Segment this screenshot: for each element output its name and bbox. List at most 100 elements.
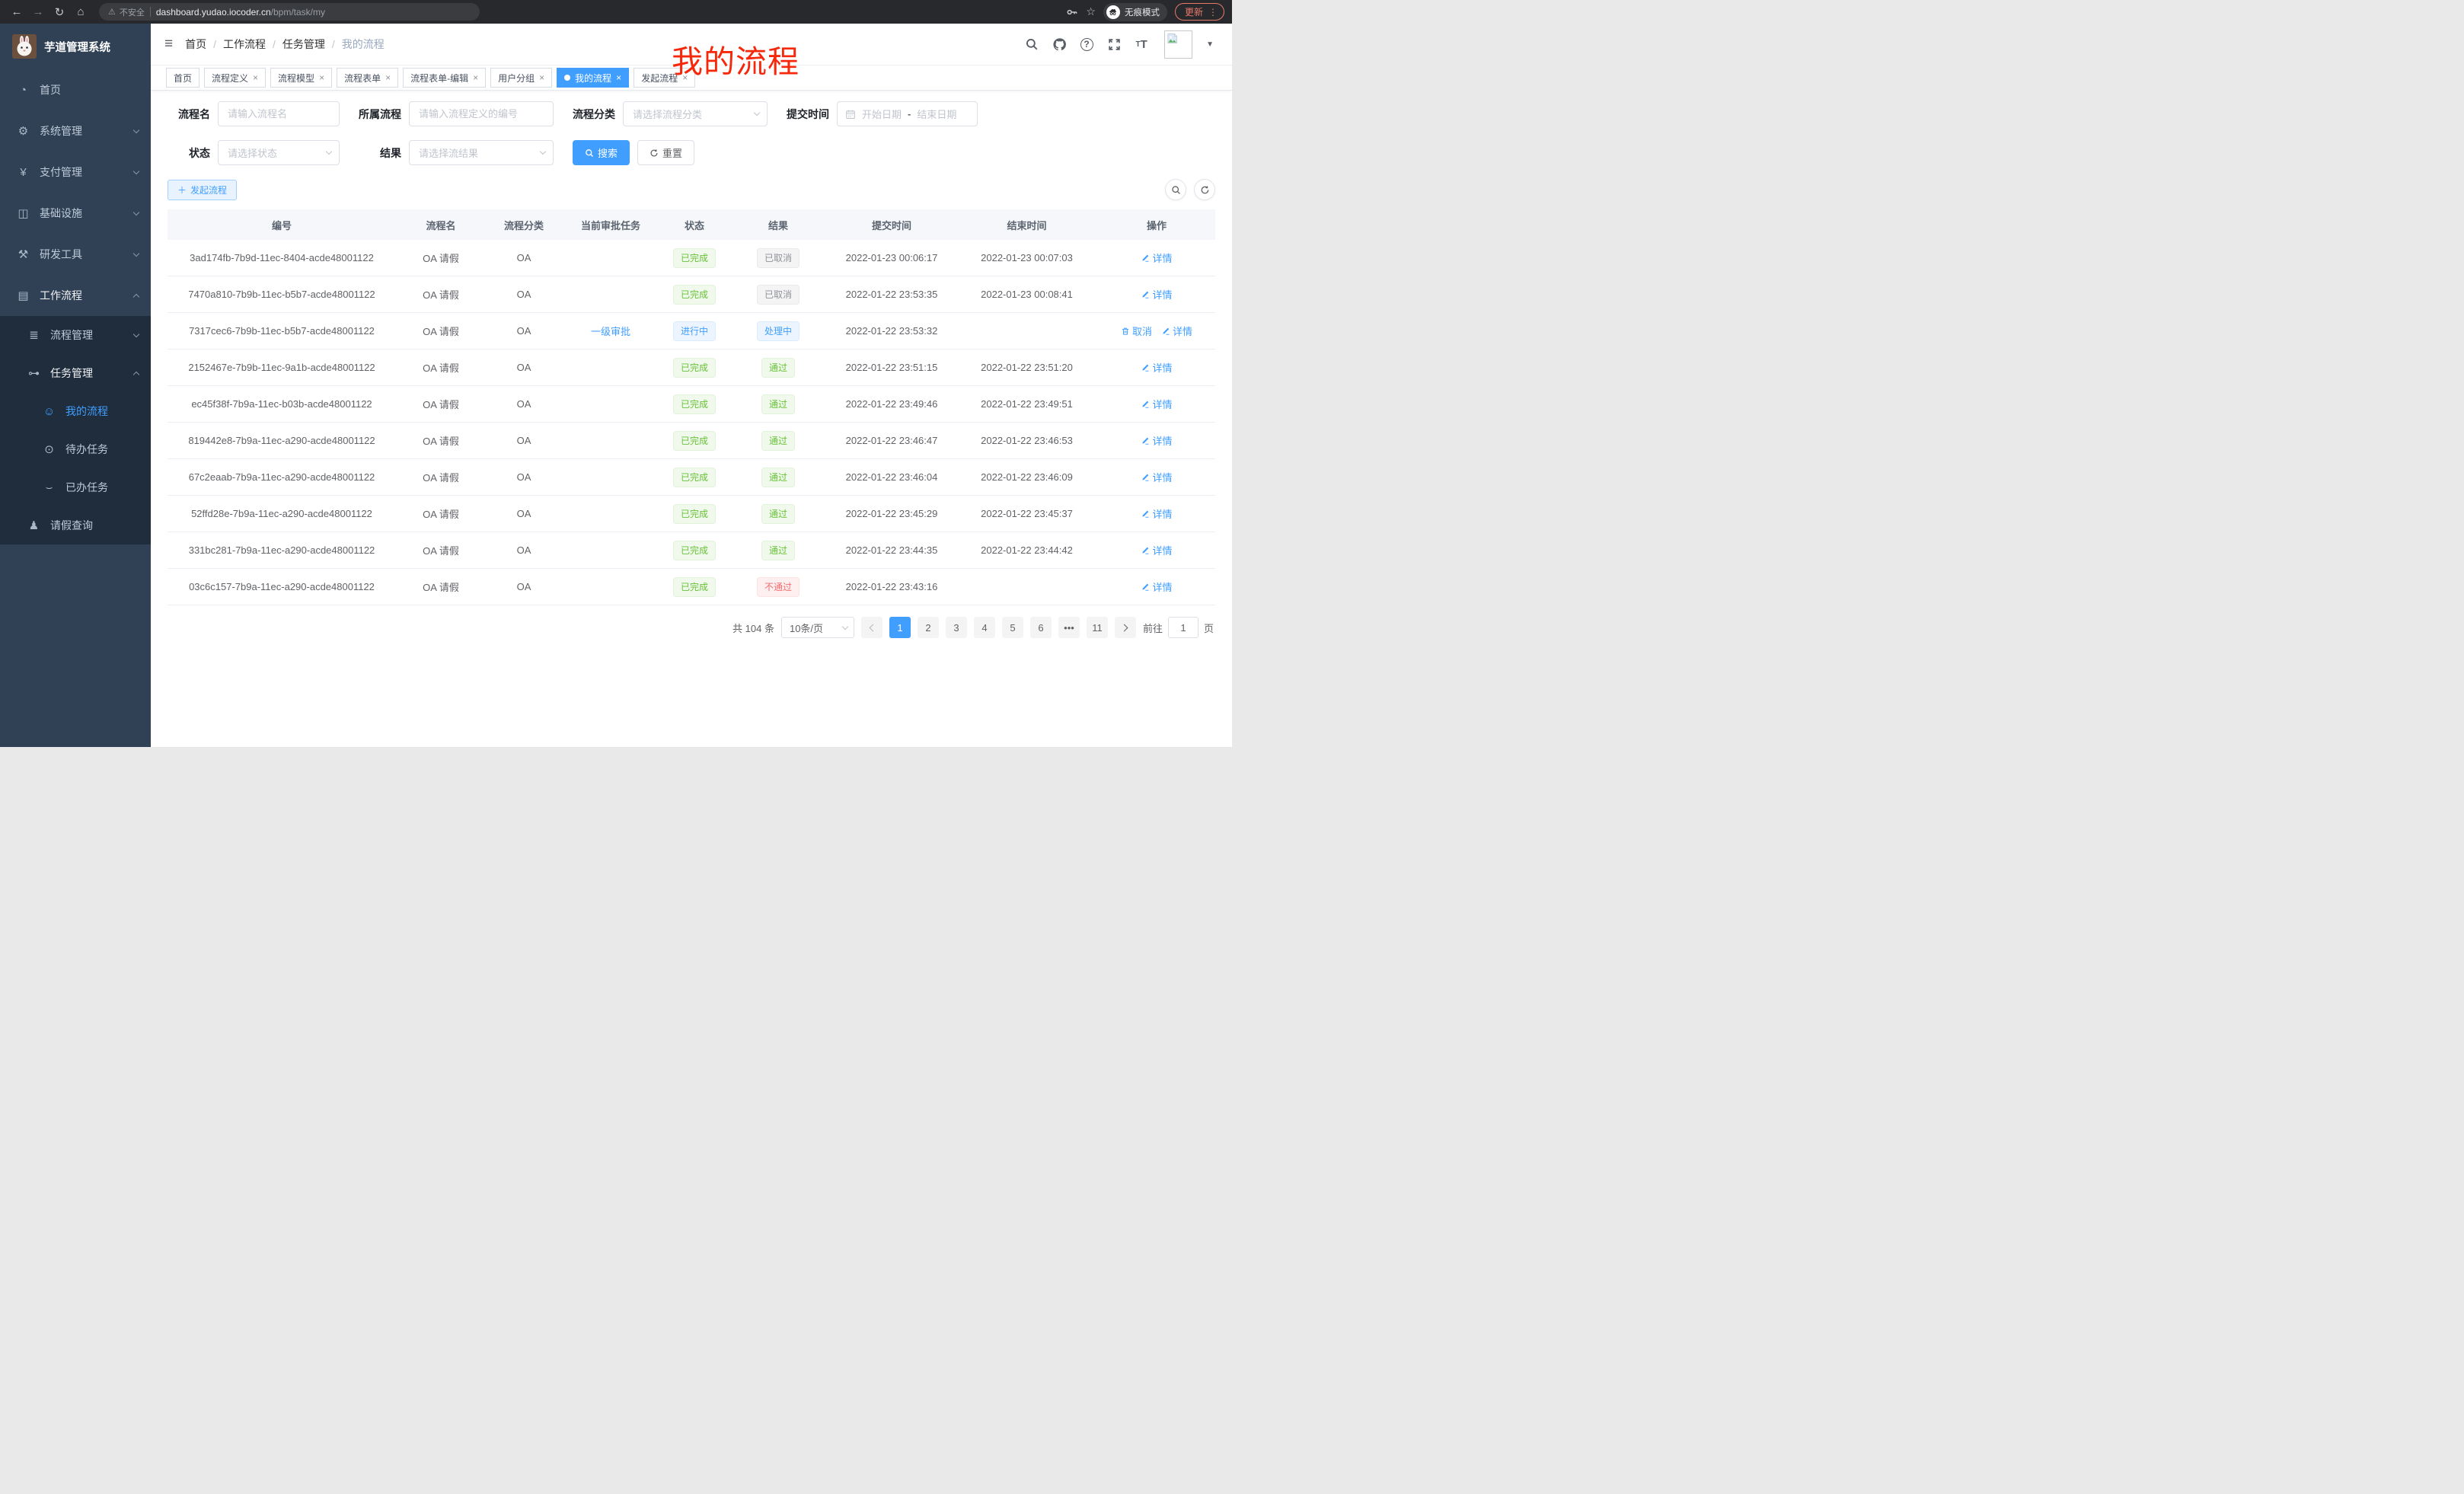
page-button-1[interactable]: 1: [889, 617, 911, 638]
sidebar-item-my-process[interactable]: ☺我的流程: [0, 392, 151, 430]
sidebar-item-devtools[interactable]: ⚒研发工具: [0, 234, 151, 275]
sidebar-item-process-mgmt[interactable]: ≣流程管理: [0, 316, 151, 354]
start-date-placeholder[interactable]: 开始日期: [862, 107, 902, 121]
page-button-3[interactable]: 3: [946, 617, 967, 638]
tab-process-form[interactable]: 流程表单×: [337, 68, 398, 88]
table-toolbar: ＋ 发起流程: [168, 179, 1215, 200]
sidebar-item-payment[interactable]: ¥支付管理: [0, 152, 151, 193]
sidebar-item-label: 基础设施: [40, 206, 124, 221]
process-def-label: 所属流程: [359, 107, 401, 122]
page-button-5[interactable]: 5: [1002, 617, 1023, 638]
page-button-11[interactable]: 11: [1087, 617, 1108, 638]
browser-menu-icon[interactable]: ⋮: [1208, 7, 1218, 18]
page-button-6[interactable]: 6: [1030, 617, 1052, 638]
bookmark-star-icon[interactable]: ☆: [1086, 5, 1096, 18]
sidebar-item-workflow[interactable]: ▤工作流程: [0, 275, 151, 316]
sidebar-item-infra[interactable]: ◫基础设施: [0, 193, 151, 234]
process-name-input[interactable]: [218, 101, 340, 126]
chevron-down-icon: [842, 623, 848, 629]
search-button[interactable]: 搜索: [573, 140, 630, 165]
search-icon[interactable]: [1024, 37, 1039, 52]
chevron-down-icon: [133, 209, 139, 215]
avatar[interactable]: [1164, 30, 1192, 59]
forward-icon[interactable]: →: [29, 3, 47, 21]
tab-user-group[interactable]: 用户分组×: [490, 68, 552, 88]
table-row: 7470a810-7b9b-11ec-b5b7-acde48001122OA 请…: [168, 276, 1215, 313]
date-range-input[interactable]: 开始日期 - 结束日期: [837, 101, 978, 126]
not-secure-warning[interactable]: ⚠ 不安全: [108, 6, 145, 18]
close-tab-icon[interactable]: ×: [539, 73, 544, 82]
fullscreen-icon[interactable]: [1106, 37, 1122, 52]
detail-action-link[interactable]: 详情: [1141, 397, 1172, 411]
reset-button[interactable]: 重置: [637, 140, 694, 165]
breadcrumb-separator: /: [332, 38, 335, 50]
cell-submit-time: 2022-01-22 23:51:15: [827, 362, 956, 373]
reload-icon[interactable]: ↻: [50, 3, 69, 21]
github-icon[interactable]: [1052, 37, 1067, 52]
detail-action-link[interactable]: 详情: [1141, 433, 1172, 448]
sidebar-item-system[interactable]: ⚙系统管理: [0, 110, 151, 152]
detail-action-link[interactable]: 详情: [1141, 470, 1172, 484]
prev-page-button[interactable]: [861, 617, 883, 638]
edit-icon: [1141, 436, 1150, 445]
sidebar-item-home[interactable]: ◔首页: [0, 69, 151, 110]
detail-action-link[interactable]: 详情: [1141, 506, 1172, 521]
detail-action-link[interactable]: 详情: [1161, 324, 1192, 338]
close-tab-icon[interactable]: ×: [473, 73, 478, 82]
process-def-input[interactable]: [409, 101, 554, 126]
cell-result: 通过: [729, 468, 827, 487]
collapse-sidebar-icon[interactable]: ≡: [164, 36, 173, 53]
cancel-action-link[interactable]: 取消: [1121, 324, 1152, 338]
action-label: 详情: [1152, 579, 1172, 594]
detail-action-link[interactable]: 详情: [1141, 360, 1172, 375]
action-label: 详情: [1152, 470, 1172, 484]
font-size-icon[interactable]: TT: [1134, 37, 1149, 52]
address-bar[interactable]: ⚠ 不安全 dashboard.yudao.iocoder.cn/bpm/tas…: [99, 3, 480, 21]
jump-page-input[interactable]: [1168, 617, 1198, 638]
detail-action-link[interactable]: 详情: [1141, 251, 1172, 265]
tab-process-form-edit[interactable]: 流程表单-编辑×: [403, 68, 486, 88]
incognito-icon: [1106, 5, 1120, 19]
back-icon[interactable]: ←: [8, 3, 26, 21]
tab-my-process[interactable]: 我的流程×: [557, 68, 629, 88]
close-tab-icon[interactable]: ×: [253, 73, 258, 82]
page-button-2[interactable]: 2: [918, 617, 939, 638]
tab-process-model[interactable]: 流程模型×: [270, 68, 332, 88]
breadcrumb-item[interactable]: 任务管理: [282, 37, 325, 52]
result-select[interactable]: 请选择流结果: [409, 140, 554, 165]
tab-home[interactable]: 首页: [166, 68, 199, 88]
update-button[interactable]: 更新 ⋮: [1175, 3, 1224, 21]
refresh-table-button[interactable]: [1194, 179, 1215, 200]
show-search-toggle-button[interactable]: [1165, 179, 1186, 200]
start-process-button[interactable]: ＋ 发起流程: [168, 180, 237, 200]
current-task-link[interactable]: 一级审批: [591, 326, 630, 337]
cell-process-id: 7317cec6-7b9b-11ec-b5b7-acde48001122: [168, 325, 396, 337]
status-select[interactable]: 请选择状态: [218, 140, 340, 165]
briefcase-icon: ▤: [17, 289, 30, 302]
avatar-caret-icon[interactable]: ▼: [1206, 40, 1214, 49]
action-label: 详情: [1173, 324, 1192, 338]
end-date-placeholder[interactable]: 结束日期: [917, 107, 956, 121]
password-key-icon[interactable]: [1066, 6, 1078, 18]
sidebar-item-todo-task[interactable]: ⊙待办任务: [0, 430, 151, 468]
tab-process-definition[interactable]: 流程定义 ×: [204, 68, 266, 88]
tab-label: 流程定义: [212, 72, 248, 85]
close-tab-icon[interactable]: ×: [319, 73, 324, 82]
breadcrumb-item[interactable]: 工作流程: [223, 37, 266, 52]
category-select[interactable]: 请选择流程分类: [623, 101, 768, 126]
page-button-4[interactable]: 4: [974, 617, 995, 638]
detail-action-link[interactable]: 详情: [1141, 287, 1172, 302]
home-icon[interactable]: ⌂: [72, 3, 90, 21]
detail-action-link[interactable]: 详情: [1141, 543, 1172, 557]
breadcrumb-item[interactable]: 首页: [185, 37, 206, 52]
sidebar-item-task-mgmt[interactable]: ⊶任务管理: [0, 354, 151, 392]
help-icon[interactable]: ?: [1079, 37, 1094, 52]
detail-action-link[interactable]: 详情: [1141, 579, 1172, 594]
sidebar-item-done-task[interactable]: ⌣已办任务: [0, 468, 151, 506]
app-logo-row[interactable]: 芋道管理系统: [0, 24, 151, 69]
close-tab-icon[interactable]: ×: [616, 73, 621, 82]
sidebar-item-leave-query[interactable]: ♟请假查询: [0, 506, 151, 544]
page-size-select[interactable]: 10条/页: [781, 617, 854, 638]
close-tab-icon[interactable]: ×: [385, 73, 391, 82]
next-page-button[interactable]: [1115, 617, 1136, 638]
